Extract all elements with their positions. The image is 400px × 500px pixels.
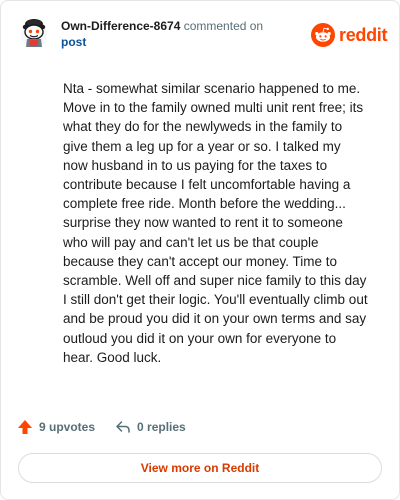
comment-footer: 9 upvotes 0 replies: [17, 417, 206, 437]
comment-action-text: commented on: [183, 19, 264, 33]
comment-header: Own-Difference-8674 commented on post: [61, 18, 293, 50]
reddit-brand-logo[interactable]: reddit: [311, 23, 388, 47]
reply-arrow-icon: [116, 421, 130, 433]
replies-count: 0 replies: [137, 420, 186, 434]
upvotes-stat[interactable]: 9 upvotes: [17, 419, 95, 435]
upvotes-count: 9 upvotes: [39, 420, 96, 434]
snoo-avatar-icon[interactable]: [19, 17, 49, 49]
view-more-on-reddit-button[interactable]: View more on Reddit: [18, 453, 382, 483]
embedded-comment-card: Own-Difference-8674 commented on post re…: [0, 0, 400, 500]
replies-stat[interactable]: 0 replies: [115, 419, 186, 435]
post-link[interactable]: post: [61, 35, 86, 49]
reddit-wordmark: reddit: [339, 25, 388, 45]
author-name[interactable]: Own-Difference-8674: [61, 19, 180, 33]
upvote-arrow-icon: [18, 420, 32, 434]
comment-body: Nta - somewhat similar scenario happened…: [63, 81, 368, 365]
reddit-logo-icon: [311, 23, 335, 47]
